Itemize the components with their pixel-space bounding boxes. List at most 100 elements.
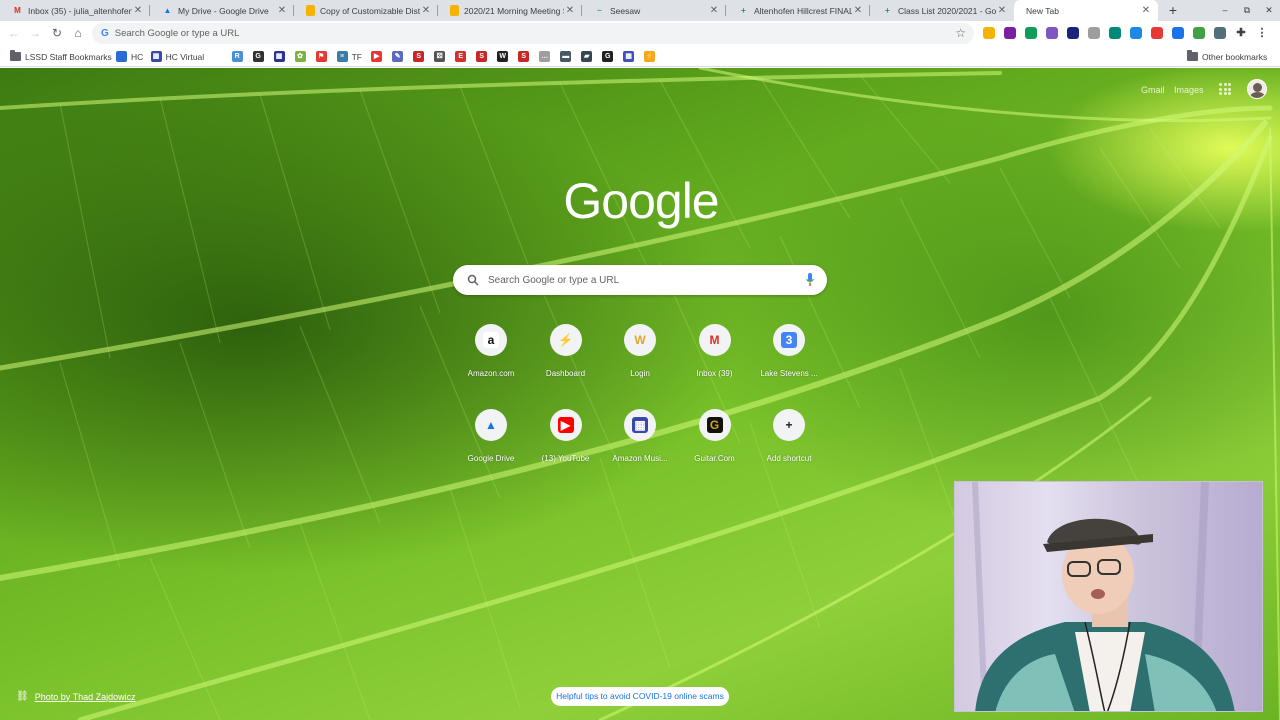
tab-title: Inbox (35) - julia_altenhofen xyxy=(28,5,132,16)
extension-icon[interactable] xyxy=(1214,27,1226,39)
bookmark-folder[interactable]: LSSD Staff Bookmarks xyxy=(10,50,112,63)
shortcut-tile[interactable]: W Login xyxy=(602,324,678,378)
bookmark-item[interactable]: ⚑ xyxy=(315,50,331,63)
bookmark-item[interactable]: S xyxy=(518,50,533,63)
images-link[interactable]: Images xyxy=(1174,85,1204,95)
photo-attribution[interactable]: ⛓ Photo by Thad Zajdowicz xyxy=(16,691,136,702)
bookmark-item[interactable]: G xyxy=(252,50,268,63)
bookmark-item[interactable]: G xyxy=(602,50,617,63)
browser-tab[interactable]: ▲ My Drive - Google Drive ✕ xyxy=(150,0,294,21)
shortcut-tile[interactable]: ⚡ Dashboard xyxy=(528,324,604,378)
reload-button[interactable]: ↻ xyxy=(49,25,65,41)
shortcut-label: Add shortcut xyxy=(766,454,812,463)
covid-tips-promo[interactable]: Helpful tips to avoid COVID-19 online sc… xyxy=(551,687,729,706)
bookmark-item[interactable]: ▬ xyxy=(560,50,575,63)
extension-icon[interactable] xyxy=(1151,27,1163,39)
back-button[interactable]: ← xyxy=(6,25,22,41)
menu-kebab-icon[interactable]: ⋮ xyxy=(1256,27,1268,39)
bookmark-item[interactable]: E xyxy=(455,50,470,63)
shortcut-tile[interactable]: + Add shortcut xyxy=(751,409,827,463)
extension-icon[interactable] xyxy=(1193,27,1205,39)
tab-close-icon[interactable]: ✕ xyxy=(708,5,720,16)
extension-icon[interactable] xyxy=(1004,27,1016,39)
browser-tab[interactable]: Copy of Customizable Dista ✕ xyxy=(294,0,438,21)
extension-icon[interactable] xyxy=(1088,27,1100,39)
google-g-icon: G xyxy=(101,28,109,39)
browser-tab[interactable]: M Inbox (35) - julia_altenhofen ✕ xyxy=(0,0,150,21)
bookmark-item[interactable]: ▦ xyxy=(623,50,638,63)
bookmark-item[interactable]: ▦ HC Virtual xyxy=(150,50,204,63)
new-tab-button[interactable]: + xyxy=(1165,2,1181,18)
shortcut-label: Amazon Musi... xyxy=(612,454,668,463)
extension-icon[interactable] xyxy=(1172,27,1184,39)
puzzle-extensions-icon[interactable]: ✚ xyxy=(1235,27,1247,39)
plus-icon: + xyxy=(785,418,793,432)
extension-icon[interactable] xyxy=(1130,27,1142,39)
bookmark-item[interactable]: ⚡ xyxy=(644,50,659,63)
close-window-button[interactable]: ✕ xyxy=(1260,2,1278,18)
bookmark-item[interactable]: W xyxy=(497,50,512,63)
dashboard-icon: ⚡ xyxy=(558,333,573,347)
browser-tab[interactable]: ~ Seesaw ✕ xyxy=(582,0,726,21)
extension-icon[interactable] xyxy=(1067,27,1079,39)
browser-tab[interactable]: 2020/21 Morning Meeting S ✕ xyxy=(438,0,582,21)
tab-close-icon[interactable]: ✕ xyxy=(996,5,1008,16)
bookmark-item[interactable]: ▦ xyxy=(273,50,289,63)
extension-icon[interactable] xyxy=(1025,27,1037,39)
shortcut-label: (13) YouTube xyxy=(541,454,590,463)
gmail-icon: M xyxy=(14,6,21,15)
calendar-icon: 3 xyxy=(781,332,797,348)
extension-icon[interactable] xyxy=(983,27,995,39)
shortcut-tile[interactable]: G Guitar.Com xyxy=(677,409,753,463)
bookmark-item[interactable]: ✿ xyxy=(294,50,310,63)
bookmark-star-icon[interactable]: ☆ xyxy=(955,26,966,40)
shortcut-tile[interactable]: ▦ Amazon Musi... xyxy=(602,409,678,463)
browser-tab[interactable]: + Altenhofen Hillcrest FINAL T ✕ xyxy=(726,0,870,21)
bookmark-item[interactable]: S xyxy=(476,50,491,63)
bookmark-favicon-icon: R xyxy=(231,51,243,62)
bookmark-item[interactable]: … xyxy=(539,50,554,63)
bookmark-item[interactable]: ✎ xyxy=(392,50,407,63)
tab-close-icon[interactable]: ✕ xyxy=(1140,5,1152,16)
tab-close-icon[interactable]: ✕ xyxy=(132,5,144,16)
bookmark-item[interactable]: ⚄ xyxy=(434,50,449,63)
bookmark-item[interactable]: HC xyxy=(116,50,143,63)
bookmark-favicon-icon: ≡ xyxy=(336,51,348,62)
other-bookmarks[interactable]: Other bookmarks xyxy=(1187,50,1267,63)
shortcut-tile[interactable]: M Inbox (39) xyxy=(677,324,753,378)
browser-tab[interactable]: + Class List 2020/2021 - Goo ✕ xyxy=(870,0,1014,21)
tab-close-icon[interactable]: ✕ xyxy=(852,5,864,16)
google-slides-icon xyxy=(306,5,315,16)
bookmark-item[interactable]: ▶ xyxy=(371,50,386,63)
forward-button[interactable]: → xyxy=(27,25,43,41)
restore-button[interactable]: ⧉ xyxy=(1238,2,1256,18)
shortcut-tile[interactable]: a Amazon.com xyxy=(453,324,529,378)
tab-close-icon[interactable]: ✕ xyxy=(276,5,288,16)
minimize-button[interactable]: – xyxy=(1216,2,1234,18)
microphone-icon[interactable] xyxy=(806,273,814,287)
shortcut-tile[interactable]: ▶ (13) YouTube xyxy=(528,409,604,463)
ntp-search-box[interactable]: Search Google or type a URL xyxy=(453,265,827,295)
bookmark-favicon-icon: S xyxy=(413,51,425,62)
account-avatar[interactable] xyxy=(1247,79,1267,99)
shortcut-label: Guitar.Com xyxy=(694,454,735,463)
shortcut-icon-circle: ▦ xyxy=(624,409,656,441)
bookmark-favicon-icon: ⚑ xyxy=(315,51,327,62)
extension-icon[interactable] xyxy=(1109,27,1121,39)
shortcut-tile[interactable]: ▲ Google Drive xyxy=(453,409,529,463)
bookmark-item[interactable]: ▰ xyxy=(581,50,596,63)
extension-icon[interactable] xyxy=(1046,27,1058,39)
home-button[interactable]: ⌂ xyxy=(70,25,86,41)
bookmark-item[interactable]: S xyxy=(413,50,428,63)
google-apps-icon[interactable] xyxy=(1219,83,1231,95)
tab-close-icon[interactable]: ✕ xyxy=(564,5,576,16)
address-bar[interactable]: G Search Google or type a URL ☆ xyxy=(92,23,974,44)
bookmark-item[interactable]: R xyxy=(231,50,247,63)
shortcut-tile[interactable]: 3 Lake Stevens ... xyxy=(751,324,827,378)
browser-tab[interactable]: New Tab ✕ xyxy=(1014,0,1158,21)
bookmark-item[interactable]: ≡ TF xyxy=(336,50,362,63)
bookmark-favicon-icon: W xyxy=(497,51,509,62)
gmail-link[interactable]: Gmail xyxy=(1141,85,1165,95)
bookmark-favicon-icon: ▦ xyxy=(623,51,635,62)
tab-close-icon[interactable]: ✕ xyxy=(420,5,432,16)
